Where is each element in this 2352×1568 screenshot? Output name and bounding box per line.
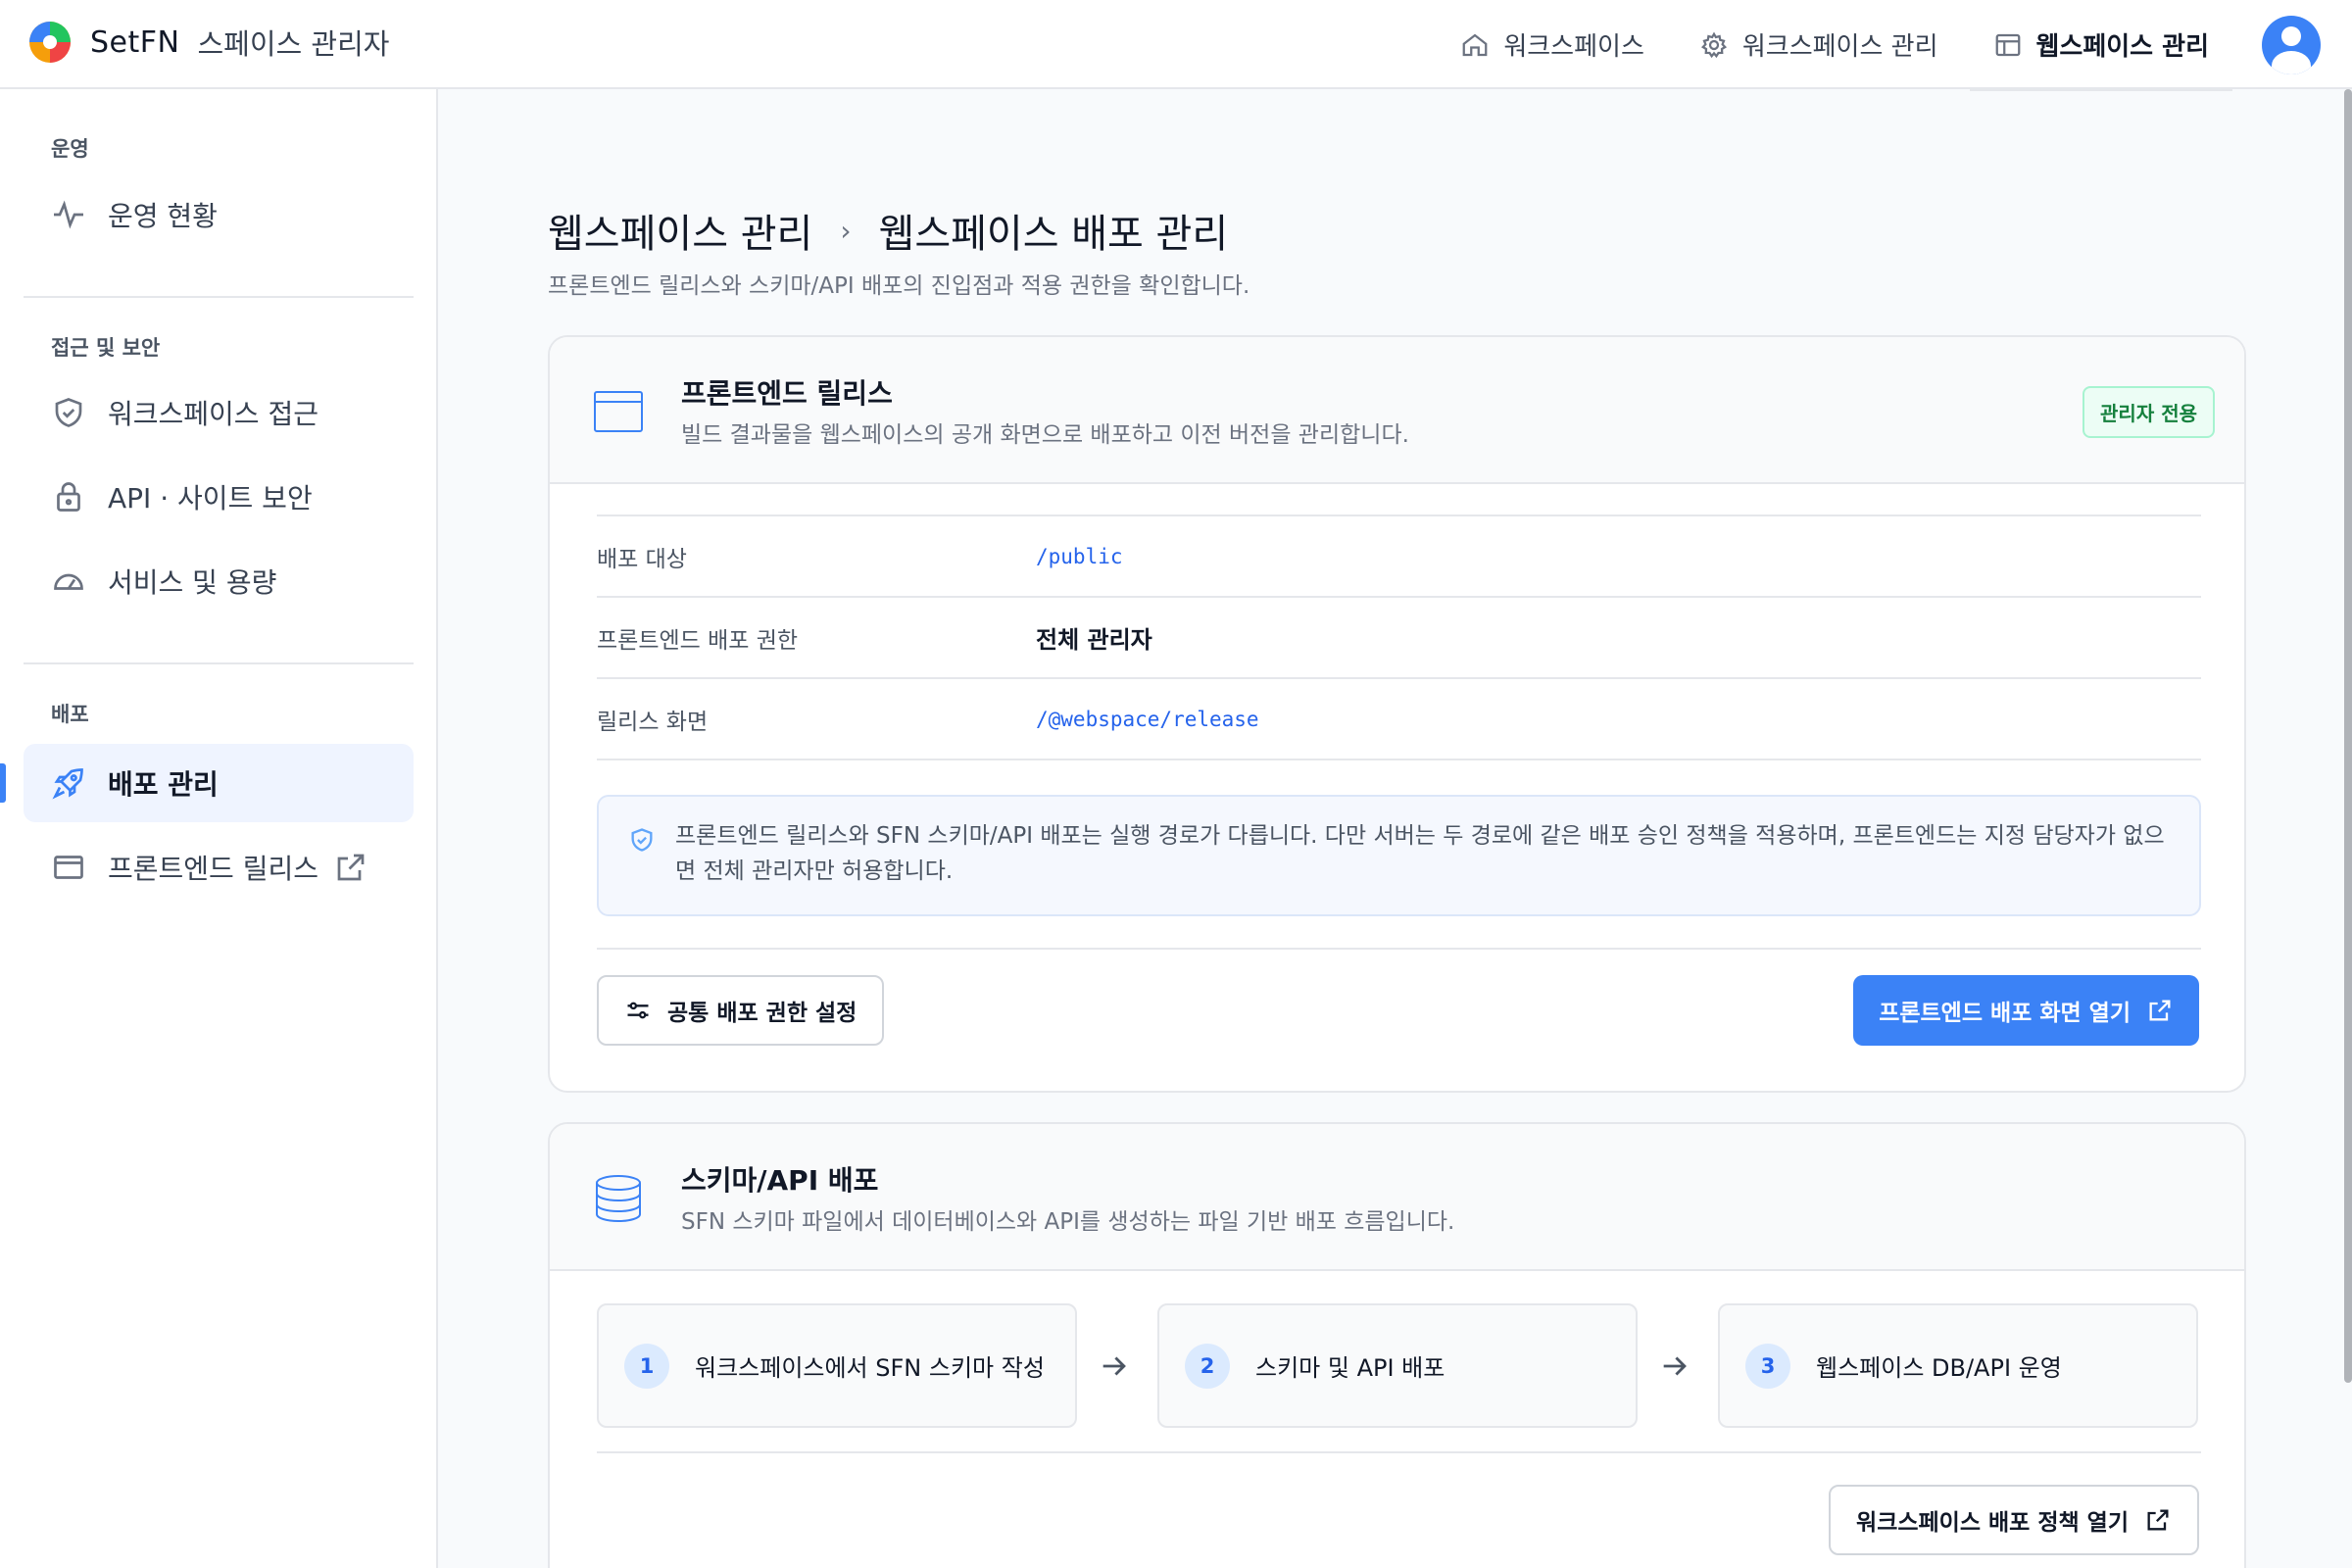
brand-logo-icon	[29, 22, 71, 63]
sidebar-item-label: API · 사이트 보안	[108, 482, 313, 514]
external-link-icon	[2147, 1509, 2169, 1531]
page-scrollbar[interactable]	[2344, 89, 2352, 1383]
step-number: 2	[1185, 1343, 1230, 1389]
table-row: 릴리스 화면 /@webspace/release	[597, 679, 2201, 760]
sidebar-section-deploy: 배포	[51, 703, 89, 726]
sidebar-section-security: 접근 및 보안	[51, 336, 161, 360]
layout-icon	[1995, 33, 2020, 56]
table-row: 프론트엔드 배포 권한 전체 관리자	[597, 598, 2201, 679]
avatar-body	[2272, 50, 2311, 74]
sidebar-item-label: 배포 관리	[108, 768, 219, 801]
card-divider	[597, 948, 2201, 950]
top-bar: SetFN 스페이스 관리자 워크스페이스 워크스페이스 관리 웹스페이스 관리	[0, 0, 2352, 91]
policy-note-text: 프론트엔드 릴리스와 SFN 스키마/API 배포는 실행 경로가 다릅니다. …	[675, 823, 2165, 884]
row-label: 배포 대상	[597, 546, 687, 572]
deploy-target-value: /public	[1036, 544, 1123, 568]
sidebar-item-label: 워크스페이스 접근	[108, 398, 318, 430]
schema-api-deploy-card: 스키마/API 배포 SFN 스키마 파일에서 데이터베이스와 API를 생성하…	[548, 1122, 2246, 1568]
open-workspace-deploy-policy-button[interactable]: 워크스페이스 배포 정책 열기	[1829, 1485, 2199, 1555]
database-icon	[596, 1175, 641, 1223]
card-divider	[597, 1451, 2201, 1453]
gauge-icon	[54, 573, 83, 590]
sidebar-item-label: 서비스 및 용량	[108, 566, 277, 599]
button-label: 공통 배포 권한 설정	[667, 1001, 858, 1026]
sidebar-item-label: 프론트엔드 릴리스	[108, 853, 318, 885]
step-number: 3	[1745, 1343, 1790, 1389]
sidebar-item-api-site-security[interactable]: API · 사이트 보안	[24, 458, 414, 536]
sidebar-item-ops-status[interactable]: 운영 현황	[24, 175, 414, 254]
brand-subtitle: 스페이스 관리자	[197, 27, 390, 61]
sidebar-item-service-capacity[interactable]: 서비스 및 용량	[24, 542, 414, 620]
step-label: 워크스페이스에서 SFN 스키마 작성	[695, 1354, 1045, 1382]
deploy-permission-value: 전체 관리자	[1036, 626, 1152, 654]
release-screen-value[interactable]: /@webspace/release	[1036, 708, 1259, 731]
avatar-head	[2281, 25, 2301, 46]
avatar[interactable]	[2262, 15, 2321, 74]
step-number: 1	[624, 1343, 669, 1389]
home-icon	[1462, 33, 1488, 56]
button-label: 프론트엔드 배포 화면 열기	[1879, 1001, 2131, 1026]
topnav-workspace[interactable]: 워크스페이스	[1433, 0, 1672, 89]
card-title: 프론트엔드 릴리스	[681, 377, 893, 410]
flow-step-1: 1 워크스페이스에서 SFN 스키마 작성	[597, 1303, 1077, 1428]
row-label: 프론트엔드 배포 권한	[597, 627, 799, 654]
policy-note: 프론트엔드 릴리스와 SFN 스키마/API 배포는 실행 경로가 다릅니다. …	[597, 795, 2201, 916]
window-icon	[54, 856, 83, 879]
sidebar: 운영 운영 현황 접근 및 보안 워크스페이스 접근 API · 사이트 보안 …	[0, 89, 438, 1568]
lock-icon	[57, 482, 80, 512]
page-title: 웹스페이스 배포 관리	[878, 212, 1229, 257]
sidebar-item-workspace-access[interactable]: 워크스페이스 접근	[24, 373, 414, 452]
sidebar-divider	[24, 296, 414, 298]
button-label: 워크스페이스 배포 정책 열기	[1856, 1510, 2129, 1536]
release-info-table: 배포 대상 /public 프론트엔드 배포 권한 전체 관리자 릴리스 화면 …	[597, 514, 2201, 760]
gear-icon	[1700, 30, 1727, 58]
rocket-icon	[52, 768, 83, 800]
sliders-icon	[627, 1002, 649, 1019]
arrow-right-icon	[1663, 1356, 1687, 1376]
frontend-release-card: 프론트엔드 릴리스 빌드 결과물을 웹스페이스의 공개 화면으로 배포하고 이전…	[548, 335, 2246, 1093]
card-subtitle: SFN 스키마 파일에서 데이터베이스와 API를 생성하는 파일 기반 배포 …	[681, 1209, 1455, 1235]
sidebar-active-indicator	[0, 763, 6, 803]
card-header: 스키마/API 배포 SFN 스키마 파일에서 데이터베이스와 API를 생성하…	[550, 1124, 2244, 1271]
step-label: 스키마 및 API 배포	[1255, 1354, 1446, 1382]
table-row: 배포 대상 /public	[597, 516, 2201, 598]
brand-name: SetFN	[90, 24, 180, 60]
brand[interactable]: SetFN 스페이스 관리자	[27, 20, 389, 65]
open-frontend-deploy-button[interactable]: 프론트엔드 배포 화면 열기	[1853, 975, 2199, 1046]
sidebar-divider	[24, 662, 414, 664]
arrow-right-icon	[1102, 1356, 1126, 1376]
external-link-icon	[337, 854, 365, 881]
shield-icon	[55, 398, 82, 427]
card-header: 프론트엔드 릴리스 빌드 결과물을 웹스페이스의 공개 화면으로 배포하고 이전…	[550, 337, 2244, 484]
topnav-workspace-admin[interactable]: 워크스페이스 관리	[1672, 0, 1966, 89]
card-title: 스키마/API 배포	[681, 1164, 879, 1197]
breadcrumb-separator: ›	[840, 214, 852, 247]
topnav-workspace-admin-label: 워크스페이스 관리	[1741, 32, 1938, 62]
external-link-icon	[2149, 1000, 2171, 1021]
topnav-webspace-admin-label: 웹스페이스 관리	[2035, 32, 2210, 62]
admin-only-badge: 관리자 전용	[2082, 386, 2215, 438]
main-content: 웹스페이스 관리 › 웹스페이스 배포 관리 프론트엔드 릴리스와 스키마/AP…	[440, 89, 2352, 1568]
row-label: 릴리스 화면	[597, 709, 709, 735]
window-icon	[594, 391, 643, 432]
sidebar-item-label: 운영 현황	[108, 200, 218, 232]
sidebar-item-frontend-release[interactable]: 프론트엔드 릴리스	[24, 828, 414, 906]
breadcrumb-item-webspace-admin[interactable]: 웹스페이스 관리	[548, 202, 812, 259]
sidebar-section-ops: 운영	[51, 137, 89, 161]
activity-icon	[54, 200, 83, 229]
card-subtitle: 빌드 결과물을 웹스페이스의 공개 화면으로 배포하고 이전 버전을 관리합니다…	[681, 422, 1409, 448]
shared-deploy-permission-button[interactable]: 공통 배포 권한 설정	[597, 975, 885, 1046]
step-label: 웹스페이스 DB/API 운영	[1816, 1354, 2062, 1382]
flow-step-2: 2 스키마 및 API 배포	[1157, 1303, 1638, 1428]
breadcrumb: 웹스페이스 관리 › 웹스페이스 배포 관리	[548, 202, 1228, 259]
page-description: 프론트엔드 릴리스와 스키마/API 배포의 진입점과 적용 권한을 확인합니다…	[548, 273, 1250, 299]
shield-icon	[631, 828, 653, 852]
top-nav: 워크스페이스 워크스페이스 관리 웹스페이스 관리	[1433, 0, 2352, 91]
sidebar-item-deploy-admin[interactable]: 배포 관리	[24, 744, 414, 822]
flow-step-3: 3 웹스페이스 DB/API 운영	[1718, 1303, 2198, 1428]
topnav-webspace-admin[interactable]: 웹스페이스 관리	[1966, 0, 2237, 91]
topnav-workspace-label: 워크스페이스	[1503, 32, 1644, 62]
